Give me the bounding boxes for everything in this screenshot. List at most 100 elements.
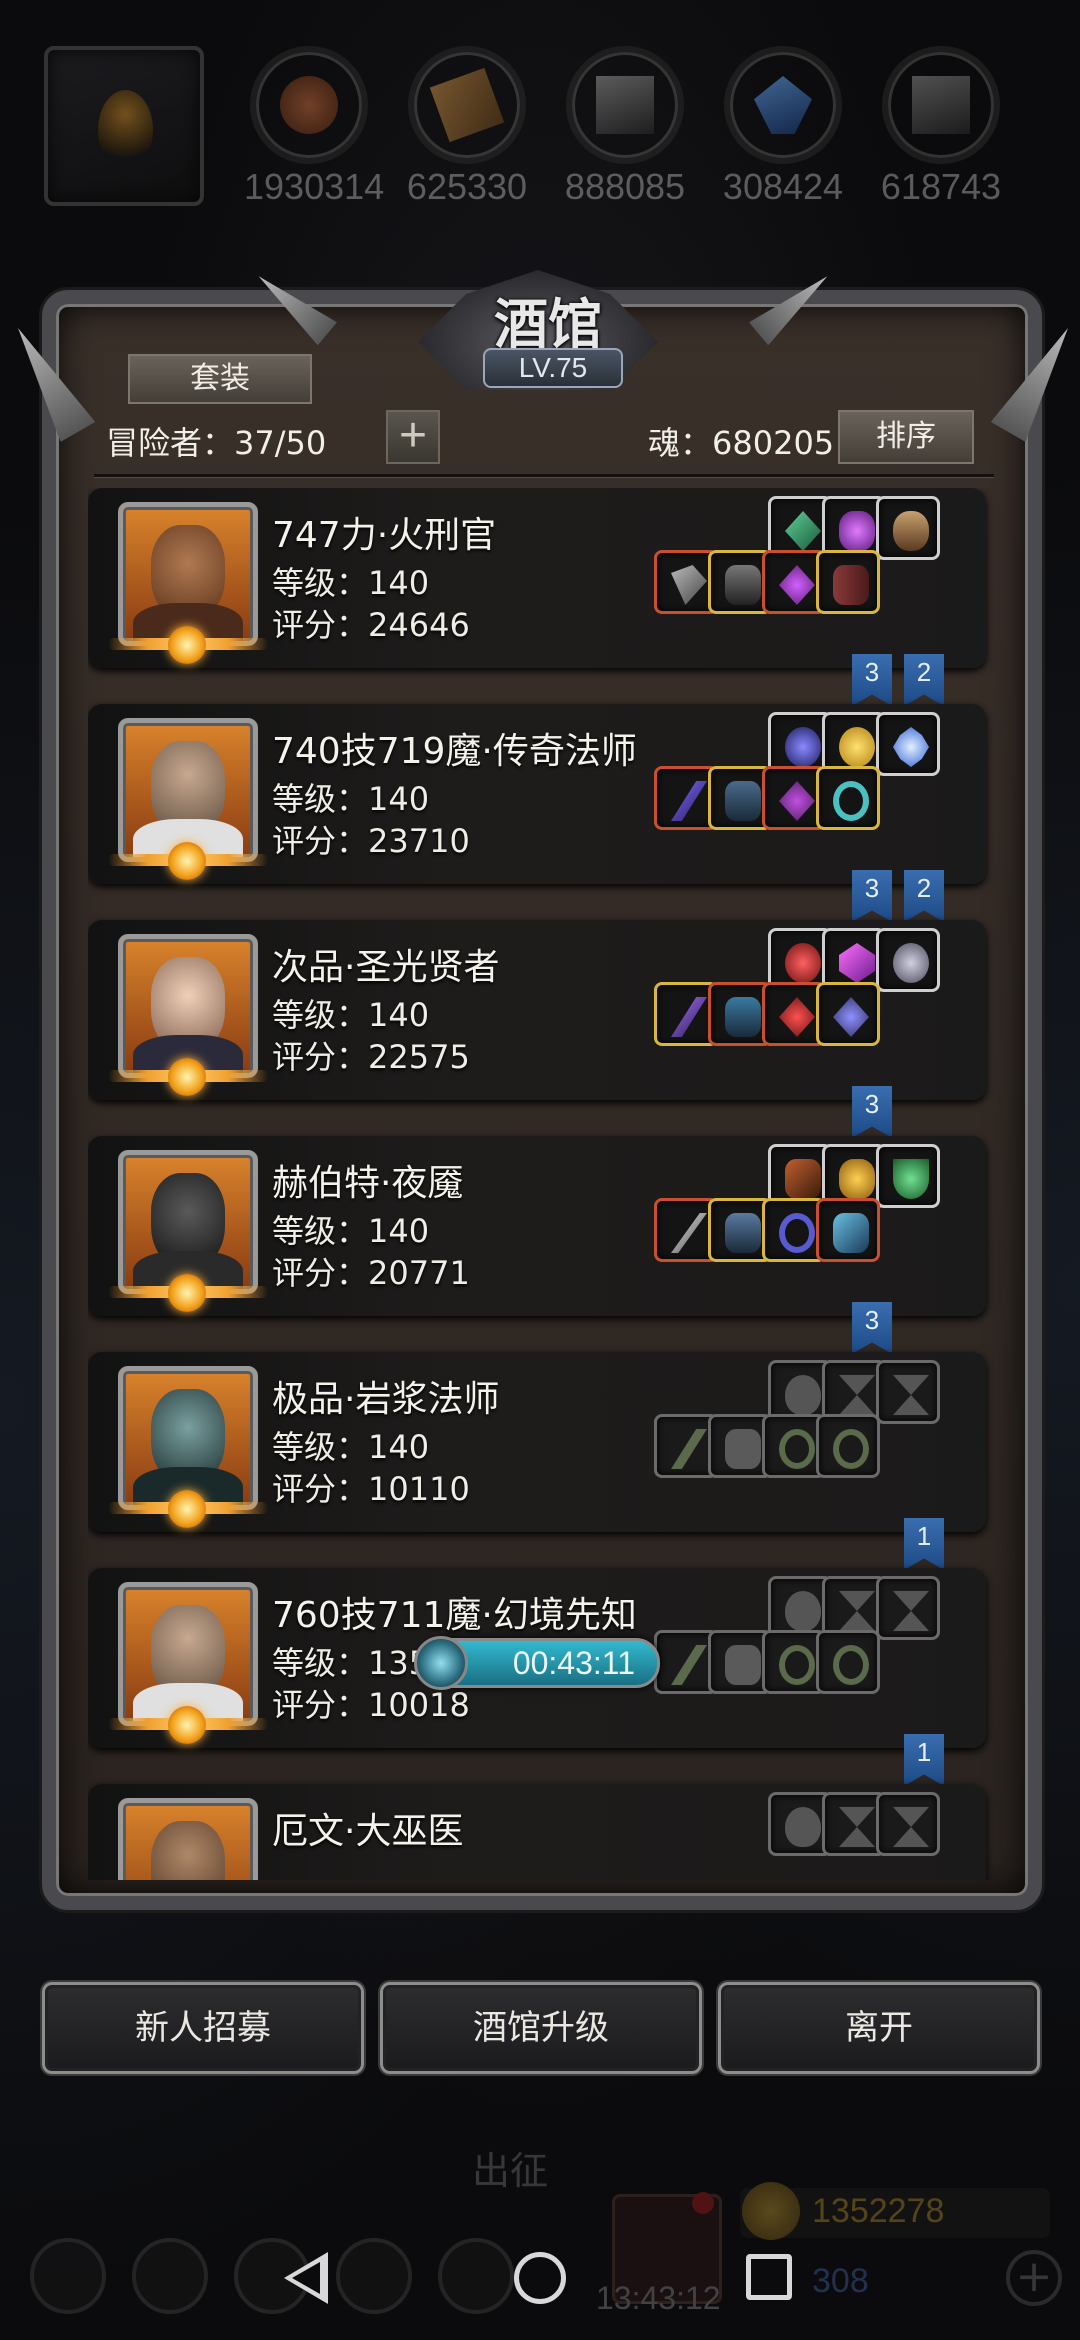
empty-ring-slot-icon[interactable] (816, 1414, 880, 1478)
belt-icon[interactable] (816, 550, 880, 614)
sort-button[interactable]: 排序 (838, 410, 974, 464)
resource-value: 618743 (880, 166, 1002, 207)
set-ribbon: 3 (852, 870, 892, 922)
set-ribbon: 1 (904, 1518, 944, 1570)
rank-gem-icon (168, 842, 206, 880)
hero-avatar (118, 718, 258, 862)
iron-icon (566, 46, 684, 164)
hero-avatar (118, 934, 258, 1078)
meat-icon (250, 46, 368, 164)
necklace-icon[interactable] (816, 982, 880, 1046)
rank-gem-icon (168, 1058, 206, 1096)
hero-avatar (118, 1582, 258, 1726)
hero-card[interactable]: 极品·岩浆法师 等级：140 评分：10110 1 (88, 1352, 986, 1570)
set-ribbon: 3 (852, 1086, 892, 1138)
hero-avatar (118, 502, 258, 646)
stone-icon (882, 46, 1000, 164)
set-ribbon: 1 (904, 1734, 944, 1786)
compass-icon[interactable] (876, 928, 940, 992)
guild-icon[interactable] (132, 2238, 208, 2314)
shield-icon[interactable] (876, 496, 940, 560)
hero-name: 747力·火刑官 (272, 515, 497, 556)
resource-meat: 1930314 (244, 46, 385, 208)
hero-level: 等级：140 (272, 1428, 430, 1466)
rank-gem-icon (168, 1706, 206, 1744)
empty-hourglass-slot-icon[interactable] (876, 1792, 940, 1856)
clock-icon (414, 1636, 468, 1690)
hero-card[interactable]: 次品·圣光贤者 等级：140 评分：22575 3 (88, 920, 986, 1138)
rank-gem-icon (168, 626, 206, 664)
resource-bar: 1930314 625330 888085 308424 618743 (0, 0, 1080, 230)
hero-name: 厄文·大巫医 (272, 1811, 464, 1852)
hero-level: 等级：135 (272, 1644, 430, 1682)
resource-value: 1930314 (244, 166, 385, 207)
game-clock: 13:43:12 (596, 2280, 721, 2316)
resource-iron: 888085 (560, 46, 690, 208)
player-portrait[interactable] (44, 46, 204, 206)
hero-avatar (118, 1366, 258, 1510)
resource-value: 308424 (722, 166, 844, 207)
hero-name: 极品·岩浆法师 (272, 1379, 500, 1420)
hero-level: 等级：140 (272, 564, 430, 602)
divider (94, 474, 994, 477)
gem-amount: 308 (812, 2262, 869, 2300)
tavern-level-badge: LV.75 (483, 348, 623, 388)
set-ribbon: 3 (852, 1302, 892, 1354)
upgrade-tavern-button[interactable]: 酒馆升级 (380, 1982, 702, 2074)
hero-score: 评分：20771 (272, 1254, 470, 1292)
add-capacity-button[interactable]: + (386, 410, 440, 464)
rank-gem-icon (168, 1490, 206, 1528)
ring-icon[interactable] (816, 766, 880, 830)
hero-name: 740技719魔·传奇法师 (272, 731, 637, 772)
quest-icon[interactable] (438, 2238, 514, 2314)
hero-avatar (118, 1150, 258, 1294)
empty-ring-slot-icon[interactable] (816, 1630, 880, 1694)
hero-name: 760技711魔·幻境先知 (272, 1595, 637, 1636)
gauntlet-icon[interactable] (816, 1198, 880, 1262)
hero-score: 评分：10110 (272, 1470, 470, 1508)
hero-level: 等级：140 (272, 780, 430, 818)
hero-name: 赫伯特·夜魇 (272, 1163, 464, 1204)
resource-value: 625330 (406, 166, 528, 207)
add-gems-button[interactable]: + (1006, 2250, 1062, 2306)
set-ribbon: 3 (852, 654, 892, 706)
empty-hourglass-slot-icon[interactable] (876, 1360, 940, 1424)
crystal-icon (724, 46, 842, 164)
hero-level: 等级：140 (272, 1212, 430, 1250)
gold-amount: 1352278 (812, 2192, 945, 2230)
jade-bowl-icon[interactable] (876, 1144, 940, 1208)
resource-crystal: 308424 (718, 46, 848, 208)
set-ribbon: 2 (904, 870, 944, 922)
hero-score: 评分：24646 (272, 606, 470, 644)
resource-stone: 618743 (876, 46, 1006, 208)
hero-score: 评分：23710 (272, 822, 470, 860)
resource-value: 888085 (564, 166, 686, 207)
nav-recents-icon[interactable] (746, 2254, 792, 2300)
notification-dot (692, 2192, 714, 2214)
hero-level: 等级：140 (272, 996, 430, 1034)
mail-icon[interactable] (336, 2238, 412, 2314)
recruit-button[interactable]: 新人招募 (42, 1982, 364, 2074)
resource-wood: 625330 (402, 46, 532, 208)
hero-card[interactable]: 747力·火刑官 等级：140 评分：24646 3 2 (88, 488, 986, 706)
hero-name: 次品·圣光贤者 (272, 947, 500, 988)
adventurer-count: 冒险者：37/50 (106, 424, 327, 462)
suit-tab[interactable]: 套装 (128, 354, 312, 404)
leave-button[interactable]: 离开 (718, 1982, 1040, 2074)
nav-back-icon-inner (292, 2262, 320, 2294)
gold-coin-icon (742, 2182, 800, 2240)
hero-avatar (118, 1798, 258, 1880)
empty-hourglass-slot-icon[interactable] (876, 1576, 940, 1640)
wood-icon (408, 46, 526, 164)
soul-count: 魂：680205 (648, 424, 835, 462)
nav-home-icon[interactable] (514, 2252, 566, 2304)
hero-card[interactable]: 厄文·大巫医 (88, 1784, 986, 1880)
hero-card[interactable]: 赫伯特·夜魇 等级：140 评分：20771 3 (88, 1136, 986, 1354)
rank-gem-icon (168, 1274, 206, 1312)
hero-score: 评分：22575 (272, 1038, 470, 1076)
ice-crystal-icon[interactable] (876, 712, 940, 776)
hero-card[interactable]: 740技719魔·传奇法师 等级：140 评分：23710 3 2 (88, 704, 986, 922)
set-ribbon: 2 (904, 654, 944, 706)
expedition-label[interactable]: 出征 (472, 2140, 548, 2195)
settings-icon[interactable] (30, 2238, 106, 2314)
